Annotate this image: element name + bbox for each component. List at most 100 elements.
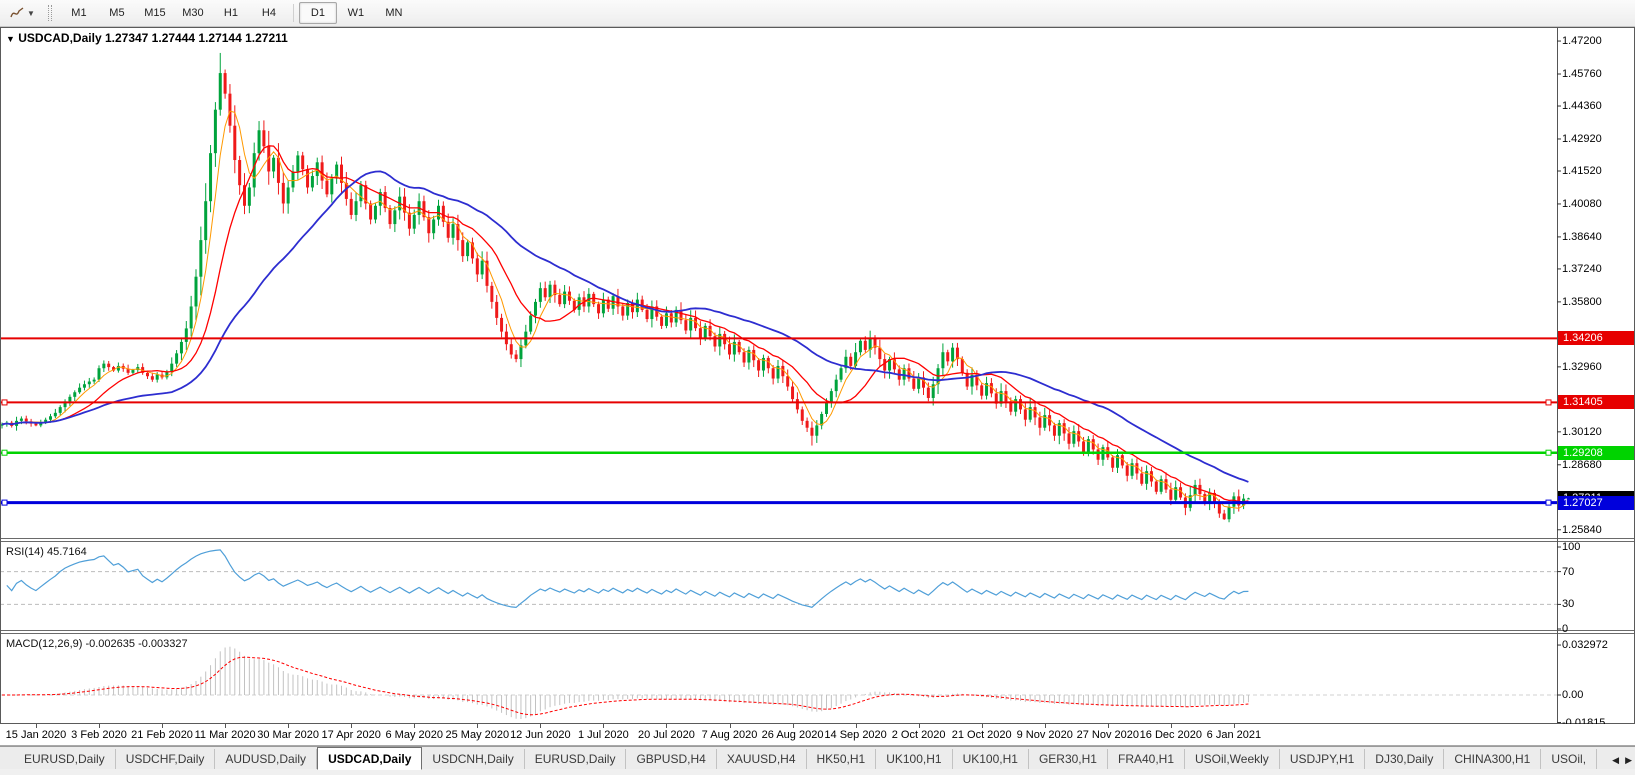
date-label: 20 Jul 2020 <box>638 729 695 741</box>
date-label: 2 Oct 2020 <box>892 729 946 741</box>
time-tick <box>162 724 163 728</box>
symbol-tab-gbpusd-h4[interactable]: GBPUSD,H4 <box>626 749 716 769</box>
time-tick <box>540 724 541 728</box>
date-label: 27 Nov 2020 <box>1077 729 1139 741</box>
date-label: 21 Oct 2020 <box>952 729 1012 741</box>
timeframe-button-mn[interactable]: MN <box>375 2 413 24</box>
date-label: 30 Mar 2020 <box>257 729 319 741</box>
time-tick <box>603 724 604 728</box>
symbol-tab-usdcnh-daily[interactable]: USDCNH,Daily <box>422 749 524 769</box>
time-tick <box>1171 724 1172 728</box>
rsi-tick-label: 0 <box>1562 623 1568 635</box>
time-tick <box>477 724 478 728</box>
time-tick <box>730 724 731 728</box>
time-tick <box>1045 724 1046 728</box>
symbol-tab-usoil-[interactable]: USOil, <box>1541 749 1597 769</box>
time-tick <box>666 724 667 728</box>
timeframe-button-h1[interactable]: H1 <box>212 2 250 24</box>
time-tick <box>36 724 37 728</box>
hline-handle[interactable] <box>2 400 7 405</box>
candlestick-chart-canvas[interactable] <box>0 27 1635 724</box>
timeframe-button-m15[interactable]: M15 <box>136 2 174 24</box>
symbol-tab-ger30-h1[interactable]: GER30,H1 <box>1029 749 1108 769</box>
macd-tick-label: 0.00 <box>1562 689 1583 701</box>
macd-indicator-label: MACD(12,26,9) -0.002635 -0.003327 <box>6 638 188 650</box>
price-tick-label: 1.40080 <box>1562 198 1602 210</box>
timeframe-button-w1[interactable]: W1 <box>337 2 375 24</box>
hline-price-label: 1.34206 <box>1558 331 1634 345</box>
toolbar-divider <box>293 4 294 22</box>
hline-price-label: 1.31405 <box>1558 395 1634 409</box>
price-tick-label: 1.28680 <box>1562 459 1602 471</box>
timeframe-button-d1[interactable]: D1 <box>299 2 337 24</box>
date-label: 21 Feb 2020 <box>131 729 193 741</box>
date-label: 26 Aug 2020 <box>762 729 824 741</box>
date-label: 17 Apr 2020 <box>322 729 381 741</box>
chevron-down-icon: ▼ <box>27 9 35 18</box>
time-tick <box>1234 724 1235 728</box>
chart-area[interactable]: ▼ USDCAD,Daily 1.27347 1.27444 1.27144 1… <box>0 27 1635 724</box>
symbol-tab-uk100-h1[interactable]: UK100,H1 <box>876 749 952 769</box>
date-label: 6 May 2020 <box>386 729 443 741</box>
date-label: 15 Jan 2020 <box>6 729 67 741</box>
time-tick <box>351 724 352 728</box>
rsi-tick-label: 100 <box>1562 541 1580 553</box>
hline-price-label: 1.27027 <box>1558 496 1634 510</box>
timeframe-button-m30[interactable]: M30 <box>174 2 212 24</box>
drawing-tool-button[interactable]: ▼ <box>4 2 40 24</box>
date-label: 7 Aug 2020 <box>702 729 758 741</box>
symbol-tab-usoil-weekly[interactable]: USOil,Weekly <box>1185 749 1280 769</box>
chart-ohlc-values: 1.27347 1.27444 1.27144 1.27211 <box>105 31 288 45</box>
time-tick <box>99 724 100 728</box>
scroll-tabs-right-icon[interactable]: ▶ <box>1625 755 1632 766</box>
price-tick-label: 1.32960 <box>1562 361 1602 373</box>
price-tick-label: 1.37240 <box>1562 263 1602 275</box>
hline-handle[interactable] <box>1546 400 1551 405</box>
date-label: 25 May 2020 <box>445 729 509 741</box>
rsi-tick-label: 70 <box>1562 566 1574 578</box>
macd-tick-label: 0.032972 <box>1562 639 1608 651</box>
symbol-tab-hk50-h1[interactable]: HK50,H1 <box>807 749 877 769</box>
symbol-tab-fra40-h1[interactable]: FRA40,H1 <box>1108 749 1185 769</box>
symbol-tab-usdcad-daily[interactable]: USDCAD,Daily <box>317 747 422 770</box>
time-tick <box>1108 724 1109 728</box>
symbol-tab-xauusd-h4[interactable]: XAUUSD,H4 <box>717 749 807 769</box>
timeframe-button-h4[interactable]: H4 <box>250 2 288 24</box>
chart-title: ▼ USDCAD,Daily 1.27347 1.27444 1.27144 1… <box>6 31 288 45</box>
trading-terminal: { "toolbar": { "drawing_tool_icon": "fre… <box>0 0 1635 775</box>
rsi-indicator-label: RSI(14) 45.7164 <box>6 546 87 558</box>
symbol-tab-bar: EURUSD,DailyUSDCHF,DailyAUDUSD,DailyUSDC… <box>0 746 1635 769</box>
timeframe-button-m5[interactable]: M5 <box>98 2 136 24</box>
symbol-tab-dj30-daily[interactable]: DJ30,Daily <box>1365 749 1444 769</box>
hline-handle[interactable] <box>2 500 7 505</box>
tab-scroll-controls: ◀▶ <box>1606 755 1632 766</box>
symbol-tab-usdjpy-h1[interactable]: USDJPY,H1 <box>1280 749 1365 769</box>
time-tick <box>793 724 794 728</box>
time-axis[interactable]: 15 Jan 20203 Feb 202021 Feb 202011 Mar 2… <box>0 724 1635 746</box>
timeframe-toolbar: ▼ M1M5M15M30H1H4 D1W1MN <box>0 0 1635 27</box>
collapse-triangle-icon[interactable]: ▼ <box>6 34 15 44</box>
date-label: 16 Dec 2020 <box>1140 729 1202 741</box>
symbol-tab-eurusd-daily[interactable]: EURUSD,Daily <box>14 749 116 769</box>
symbol-tab-uk100-h1[interactable]: UK100,H1 <box>953 749 1029 769</box>
date-label: 1 Jul 2020 <box>578 729 629 741</box>
hline-handle[interactable] <box>1546 500 1551 505</box>
hline-handle[interactable] <box>1546 450 1551 455</box>
time-tick <box>856 724 857 728</box>
hline-handle[interactable] <box>2 450 7 455</box>
symbol-tab-usdchf-daily[interactable]: USDCHF,Daily <box>116 749 216 769</box>
symbol-tab-eurusd-daily[interactable]: EURUSD,Daily <box>525 749 627 769</box>
scroll-tabs-left-icon[interactable]: ◀ <box>1612 755 1619 766</box>
freehand-line-icon <box>9 5 25 21</box>
time-tick <box>225 724 226 728</box>
date-label: 14 Sep 2020 <box>824 729 886 741</box>
date-label: 9 Nov 2020 <box>1017 729 1073 741</box>
date-label: 11 Mar 2020 <box>195 729 256 741</box>
timeframe-button-m1[interactable]: M1 <box>60 2 98 24</box>
date-label: 12 Jun 2020 <box>510 729 571 741</box>
symbol-tab-audusd-daily[interactable]: AUDUSD,Daily <box>215 749 317 769</box>
price-tick-label: 1.25840 <box>1562 524 1602 536</box>
price-tick-label: 1.44360 <box>1562 100 1602 112</box>
symbol-tab-china300-h1[interactable]: CHINA300,H1 <box>1444 749 1541 769</box>
price-tick-label: 1.45760 <box>1562 68 1602 80</box>
